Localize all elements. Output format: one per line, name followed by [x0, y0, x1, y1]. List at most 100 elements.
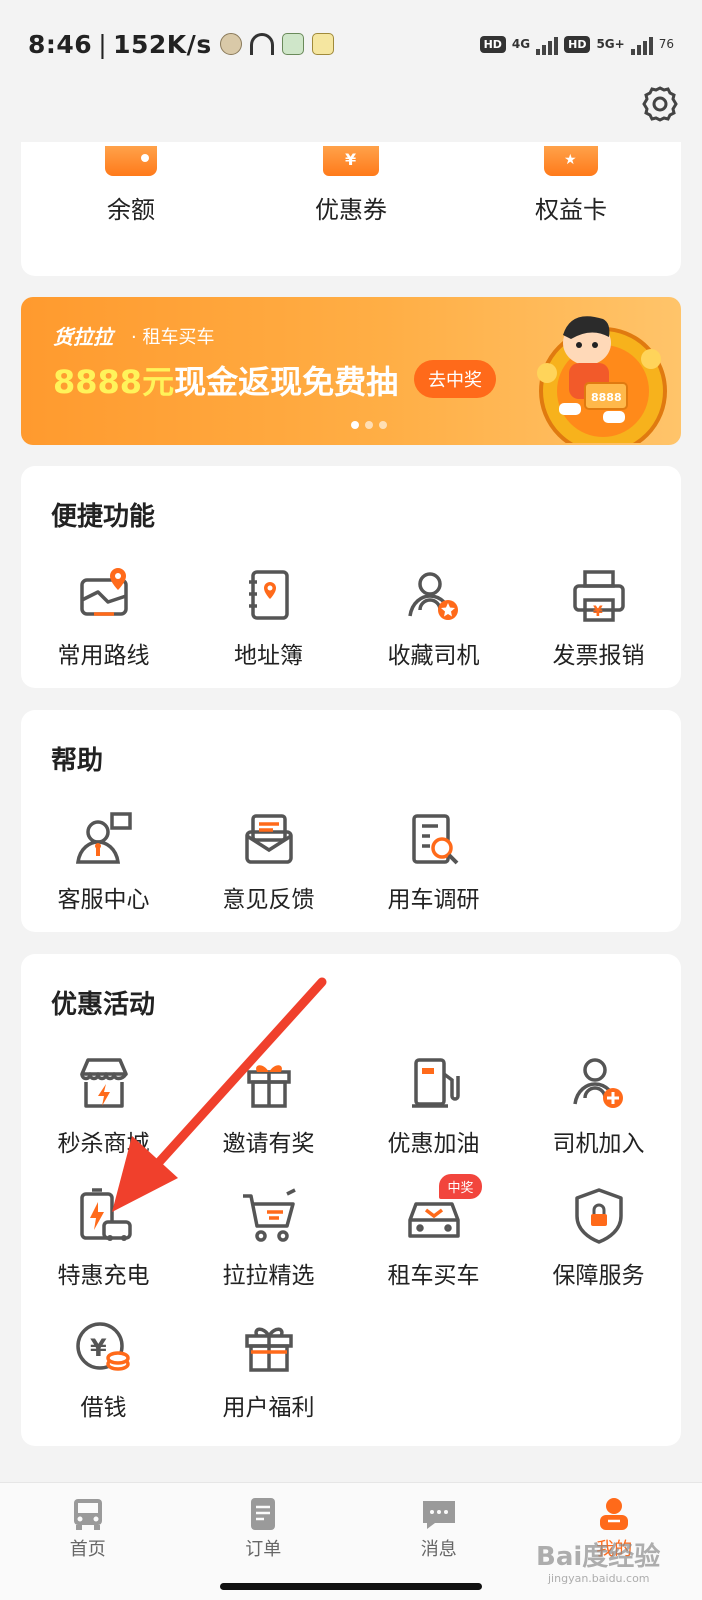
shortcut-invoice[interactable]: ¥ 发票报销	[516, 566, 681, 698]
hd-badge-2: HD	[564, 35, 591, 53]
help-feedback[interactable]: 意见反馈	[186, 810, 351, 942]
driver-join-icon	[572, 1058, 623, 1108]
battery-level: 76	[658, 37, 674, 51]
nav-label: 首页	[69, 1539, 106, 1560]
svg-text:¥: ¥	[593, 604, 603, 620]
banner-dot	[379, 421, 387, 429]
nav-tab-home[interactable]: 首页	[0, 1483, 176, 1600]
promo-car-rental[interactable]: 中奖 租车买车	[351, 1174, 516, 1318]
signal-icon-2	[630, 33, 653, 55]
feedback-mail-icon	[244, 814, 293, 864]
headphone-icon	[249, 33, 274, 55]
banner-cta-button[interactable]: 去中奖	[414, 360, 496, 398]
promo-label: 用户福利	[222, 1395, 315, 1421]
banner-headline-amount: 8888元	[53, 363, 175, 401]
promo-label: 邀请有奖	[222, 1131, 315, 1157]
svg-text:¥: ¥	[90, 1334, 107, 1362]
fuel-pump-icon	[411, 1058, 460, 1108]
user-gift-icon	[244, 1327, 293, 1372]
banner-headline-text: 现金返现免费抽	[174, 363, 399, 401]
app-notification-icon-2	[281, 33, 304, 55]
nav-label: 订单	[245, 1539, 282, 1560]
settings-gear-icon[interactable]	[640, 84, 680, 124]
message-icon	[422, 1501, 455, 1529]
shortcut-common-routes[interactable]: 常用路线	[21, 566, 186, 698]
promo-label: 秒杀商城	[57, 1131, 150, 1157]
baidu-watermark-url: jingyan.baidu.com	[548, 1572, 650, 1585]
promotions-card: 优惠活动 秒杀商城 邀请有奖 优惠加油 司机加入 特惠充电 拉拉精选 中奖 租车…	[21, 954, 681, 1446]
home-indicator[interactable]	[220, 1583, 482, 1590]
help-label: 用车调研	[387, 887, 480, 913]
help-card: 帮助 客服中心 意见反馈 用车调研	[21, 710, 681, 932]
wallet-item-balance[interactable]: 余额	[21, 142, 241, 276]
promo-protection[interactable]: 保障服务	[516, 1186, 681, 1318]
shortcut-label: 常用路线	[57, 643, 150, 669]
customer-service-icon	[75, 812, 132, 864]
benefit-card-icon: ★	[544, 146, 598, 176]
shopping-cart-icon	[242, 1188, 296, 1242]
shield-lock-icon	[574, 1188, 623, 1244]
banner-headline: 8888元现金返现免费抽	[53, 357, 398, 403]
nav-label: 消息	[420, 1539, 457, 1560]
promo-label: 借钱	[80, 1395, 127, 1421]
wallet-card: 余额 ¥ 优惠券 ★ 权益卡	[21, 142, 681, 276]
network-type-1: 4G	[511, 37, 531, 51]
banner-mascot-illustration: 8888	[537, 316, 667, 443]
wallet-label: 优惠券	[315, 196, 387, 224]
promo-label: 保障服务	[552, 1263, 645, 1289]
car-rental-icon-wrap: 中奖	[404, 1174, 482, 1246]
status-time: 8:46	[28, 29, 93, 59]
promotions-grid: 秒杀商城 邀请有奖 优惠加油 司机加入 特惠充电 拉拉精选 中奖 租车买车 保障…	[21, 1054, 681, 1450]
promo-loan[interactable]: ¥ 借钱	[21, 1318, 186, 1450]
section-title-shortcuts: 便捷功能	[51, 502, 156, 532]
wallet-label: 权益卡	[535, 196, 607, 224]
promo-banner[interactable]: 货拉拉 · 租车买车 8888元现金返现免费抽 去中奖 8888	[21, 297, 681, 445]
shortcuts-grid: 常用路线 地址簿 收藏司机 ¥ 发票报销	[21, 566, 681, 698]
promo-label: 租车买车	[387, 1263, 480, 1289]
help-survey[interactable]: 用车调研	[351, 810, 516, 942]
section-title-promotions: 优惠活动	[51, 990, 156, 1020]
coupon-icon: ¥	[323, 146, 379, 176]
help-label: 意见反馈	[222, 887, 315, 913]
promo-fuel[interactable]: 优惠加油	[351, 1054, 516, 1186]
network-type-2: 5G+	[596, 37, 625, 51]
promo-invite[interactable]: 邀请有奖	[186, 1054, 351, 1186]
shortcut-label: 地址簿	[234, 643, 303, 669]
help-grid: 客服中心 意见反馈 用车调研	[21, 810, 681, 942]
wallet-label: 余额	[107, 196, 155, 224]
banner-art-amount: 8888	[591, 391, 622, 404]
section-title-help: 帮助	[51, 746, 104, 776]
app-notification-icon	[219, 33, 242, 55]
shortcut-label: 收藏司机	[387, 643, 480, 669]
app-notification-icon-3	[311, 33, 334, 55]
promo-ev-charging[interactable]: 特惠充电	[21, 1186, 186, 1318]
car-rental-badge: 中奖	[439, 1174, 482, 1199]
promo-user-benefits[interactable]: 用户福利	[186, 1318, 351, 1450]
help-customer-service[interactable]: 客服中心	[21, 810, 186, 942]
wallet-item-benefit-card[interactable]: ★ 权益卡	[461, 142, 681, 276]
shortcut-address-book[interactable]: 地址簿	[186, 566, 351, 698]
hd-badge-1: HD	[479, 35, 506, 53]
banner-pagination	[351, 421, 387, 429]
flash-store-icon	[79, 1058, 128, 1108]
wallet-item-coupon[interactable]: ¥ 优惠券	[241, 142, 461, 276]
invite-gift-icon	[246, 1065, 291, 1108]
profile-icon	[600, 1498, 629, 1530]
promo-driver-join[interactable]: 司机加入	[516, 1054, 681, 1186]
help-label: 客服中心	[57, 887, 150, 913]
status-bar: 8:46 | 152K/s HD 4G HD 5G+ 76	[0, 0, 702, 88]
signal-icon-1	[536, 33, 559, 55]
status-speed: 152K/s	[113, 29, 212, 59]
route-map-icon	[79, 568, 128, 616]
truck-home-icon	[73, 1499, 102, 1530]
loan-coin-icon: ¥	[75, 1322, 130, 1371]
promo-flash-store[interactable]: 秒杀商城	[21, 1054, 186, 1186]
promo-lala-select[interactable]: 拉拉精选	[186, 1186, 351, 1318]
banner-subtitle: · 租车买车	[131, 327, 215, 348]
banner-dot-active	[351, 421, 359, 429]
promo-label: 特惠充电	[57, 1263, 150, 1289]
ev-charging-icon	[79, 1188, 132, 1241]
address-book-icon	[248, 570, 289, 620]
promo-label: 司机加入	[552, 1131, 645, 1157]
shortcut-favorite-driver[interactable]: 收藏司机	[351, 566, 516, 698]
